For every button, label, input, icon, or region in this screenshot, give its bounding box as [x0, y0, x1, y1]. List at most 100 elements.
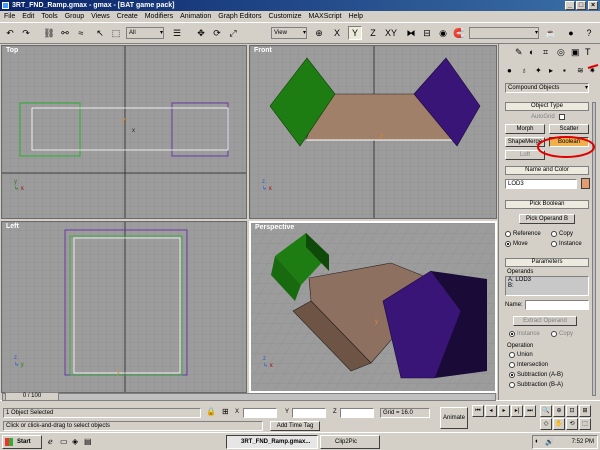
restrict-xy-icon[interactable]: XY [384, 26, 398, 40]
material-editor-icon[interactable]: ◉ [436, 26, 450, 40]
viewport-label-left[interactable]: Left [6, 223, 19, 230]
selection-filter-dropdown[interactable]: All ▾ [126, 27, 164, 39]
menu-tools[interactable]: Tools [41, 13, 57, 20]
restrict-y-icon[interactable]: Y [348, 26, 362, 40]
redo-icon[interactable]: ↷ [19, 26, 33, 40]
bind-space-warp-icon[interactable]: ≈ [74, 26, 88, 40]
radio-subtraction-b-a[interactable]: Subtraction (B-A) [509, 382, 563, 388]
lock-selection-icon[interactable]: 🔒 [206, 407, 216, 416]
rollout-parameters[interactable]: Parameters [505, 258, 589, 267]
menu-views[interactable]: Views [91, 13, 110, 20]
quick-launch-desktop-icon[interactable]: ▭ [60, 437, 68, 446]
radio-copy[interactable]: Copy [551, 231, 573, 237]
viewport-label-top[interactable]: Top [6, 47, 18, 54]
extract-operand-button[interactable]: Extract Operand [513, 316, 577, 326]
viewport-label-front[interactable]: Front [254, 47, 272, 54]
align-icon[interactable]: ⊟ [420, 26, 434, 40]
menu-file[interactable]: File [4, 13, 15, 20]
select-by-name-icon[interactable]: ☰ [170, 26, 184, 40]
select-object-icon[interactable]: ↖ [93, 26, 107, 40]
mirror-icon[interactable]: ⧓ [404, 26, 418, 40]
previous-frame-icon[interactable]: ◂ [485, 405, 497, 417]
object-name-field[interactable]: LOD3 [505, 179, 577, 189]
radio-extract-instance[interactable]: Instance [509, 331, 540, 337]
taskbar-item-gmax[interactable]: 3RT_FND_Ramp.gmax... [226, 435, 318, 449]
volume-icon[interactable]: 🔊 [545, 438, 554, 446]
radio-extract-copy[interactable]: Copy [551, 331, 573, 337]
radio-reference[interactable]: Reference [505, 231, 541, 237]
absolute-mode-icon[interactable]: ⊞ [222, 407, 229, 416]
snap-icon[interactable]: 🧲 [452, 26, 466, 40]
operand-b[interactable]: B: [506, 283, 588, 289]
close-button[interactable]: × [588, 1, 598, 10]
pick-operand-b-button[interactable]: Pick Operand B [519, 214, 575, 224]
unlink-icon[interactable]: ⚯ [58, 26, 72, 40]
named-selection-dropdown[interactable]: ▾ [469, 27, 539, 39]
menu-customize[interactable]: Customize [268, 13, 301, 20]
y-coordinate-field[interactable] [292, 408, 326, 418]
menu-group[interactable]: Group [65, 13, 84, 20]
maximize-viewport-icon[interactable]: ⬚ [579, 418, 591, 430]
rollout-name-and-color[interactable]: Name and Color [505, 166, 589, 175]
menu-help[interactable]: Help [349, 13, 363, 20]
quick-launch-app-icon[interactable]: ◈ [72, 437, 78, 446]
radio-union[interactable]: Union [509, 352, 533, 358]
time-slider[interactable]: 0 / 100 [2, 392, 496, 401]
zoom-icon[interactable]: 🔍 [540, 405, 552, 417]
menu-graph-editors[interactable]: Graph Editors [218, 13, 261, 20]
menu-animation[interactable]: Animation [180, 13, 211, 20]
help-icon[interactable]: ? [582, 26, 596, 40]
add-time-tag-button[interactable]: Add Time Tag [270, 421, 320, 431]
time-slider-thumb[interactable]: 0 / 100 [5, 392, 59, 401]
undo-icon[interactable]: ↶ [3, 26, 17, 40]
zoom-extents-icon[interactable]: ⊡ [566, 405, 578, 417]
pivot-center-icon[interactable]: ⊕ [312, 26, 326, 40]
go-to-start-icon[interactable]: ⏮ [472, 405, 484, 417]
start-button[interactable]: Start [2, 435, 42, 449]
minimize-button[interactable]: _ [565, 1, 575, 10]
link-icon[interactable]: ⛓ [42, 26, 56, 40]
rollout-pick-boolean[interactable]: Pick Boolean [505, 200, 589, 209]
zoom-extents-all-icon[interactable]: ⊞ [579, 405, 591, 417]
select-scale-icon[interactable]: ⤢ [226, 26, 240, 40]
select-rotate-icon[interactable]: ⟳ [210, 26, 224, 40]
zoom-all-icon[interactable]: ⊕ [553, 405, 565, 417]
reference-coordinate-dropdown[interactable]: View ▾ [271, 27, 307, 39]
next-frame-icon[interactable]: ▸| [511, 405, 523, 417]
menu-maxscript[interactable]: MAXScript [309, 13, 342, 20]
restrict-z-icon[interactable]: Z [366, 26, 380, 40]
quick-launch-ie-icon[interactable]: ℯ [48, 437, 53, 446]
pan-icon[interactable]: ✋ [553, 418, 565, 430]
viewport-top[interactable]: Top y x y ↳ x [1, 45, 247, 219]
radio-move[interactable]: Move [505, 241, 528, 247]
menu-create[interactable]: Create [117, 13, 138, 20]
radio-instance[interactable]: Instance [551, 241, 582, 247]
menu-modifiers[interactable]: Modifiers [145, 13, 173, 20]
taskbar-item-clip2pic[interactable]: Clip2Pic [320, 435, 380, 449]
play-icon[interactable]: ▸ [498, 405, 510, 417]
region-select-icon[interactable]: ⬚ [109, 26, 123, 40]
operand-name-field[interactable] [525, 300, 589, 310]
restrict-x-icon[interactable]: X [330, 26, 344, 40]
quick-launch-folder-icon[interactable]: ▤ [84, 437, 92, 446]
viewport-label-perspective[interactable]: Perspective [255, 224, 294, 231]
go-to-end-icon[interactable]: ⏭ [524, 405, 536, 417]
menu-edit[interactable]: Edit [22, 13, 34, 20]
quick-render-icon[interactable]: ● [564, 26, 578, 40]
render-icon[interactable]: ☕ [544, 26, 558, 40]
viewport-front[interactable]: Front z z ↳ x [249, 45, 497, 219]
viewport-left[interactable]: Left y z ↳ y [1, 221, 247, 393]
object-color-swatch[interactable] [581, 178, 590, 189]
select-move-icon[interactable]: ✥ [194, 26, 208, 40]
viewport-perspective[interactable]: Perspective y z ↳ x [249, 221, 497, 393]
arc-rotate-icon[interactable]: ⟲ [566, 418, 578, 430]
tray-icon[interactable]: ◐ [535, 438, 539, 445]
operands-list[interactable]: A: LOD3 B: [505, 276, 589, 296]
field-of-view-icon[interactable]: ◇ [540, 418, 552, 430]
z-coordinate-field[interactable] [340, 408, 374, 418]
maximize-button[interactable]: □ [576, 1, 586, 10]
radio-intersection[interactable]: Intersection [509, 362, 548, 368]
x-coordinate-field[interactable] [243, 408, 277, 418]
radio-subtraction-a-b[interactable]: Subtraction (A-B) [509, 372, 563, 378]
animate-button[interactable]: Animate [440, 407, 468, 429]
